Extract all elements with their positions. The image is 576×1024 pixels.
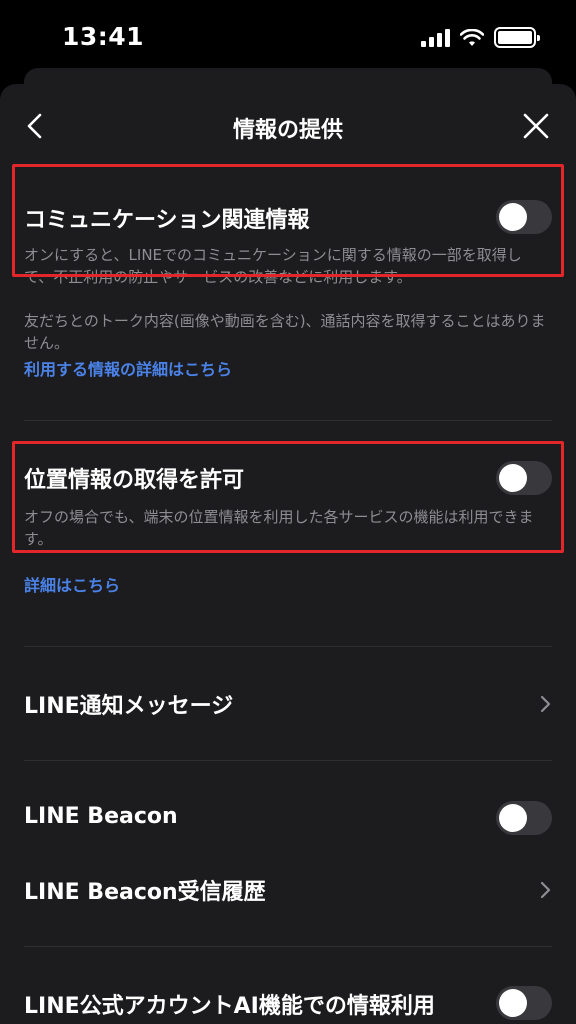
line-beacon-history-item[interactable]: LINE Beacon受信履歴 (24, 874, 266, 906)
location-permission-toggle[interactable] (496, 461, 552, 495)
communication-info-note: 友だちとのトーク内容(画像や動画を含む)、通話内容を取得することはありません。 (24, 312, 546, 352)
official-account-ai-title: LINE公式アカウントAI機能での情報利用 (24, 994, 435, 1019)
divider (24, 760, 552, 761)
divider (24, 646, 552, 647)
communication-info-details-link[interactable]: 利用する情報の詳細はこちら (24, 356, 232, 380)
location-details-link[interactable]: 詳細はこちら (24, 572, 120, 596)
chevron-right-icon[interactable] (538, 880, 552, 900)
status-time: 13:41 (62, 22, 145, 51)
battery-icon (494, 27, 540, 48)
navigation-bar: 情報の提供 (0, 84, 576, 170)
settings-sheet: 情報の提供 コミュニケーション関連情報 オンにすると、LINEでのコミュニケーシ… (0, 84, 576, 1024)
location-permission-description: オフの場合でも、端末の位置情報を利用した各サービスの機能は利用できます。 (24, 508, 534, 548)
communication-info-toggle[interactable] (496, 200, 552, 234)
line-notification-messages-item[interactable]: LINE通知メッセージ (24, 688, 233, 720)
line-beacon-toggle[interactable] (496, 801, 552, 835)
line-beacon-title: LINE Beacon (24, 804, 178, 829)
page-title: 情報の提供 (232, 118, 343, 143)
wifi-icon (460, 28, 484, 46)
divider (24, 420, 552, 421)
official-account-ai-toggle[interactable] (496, 986, 552, 1020)
close-icon[interactable] (522, 112, 550, 140)
divider (24, 946, 552, 947)
chevron-right-icon[interactable] (538, 694, 552, 714)
communication-info-title: コミュニケーション関連情報 (24, 208, 310, 233)
status-icons (421, 27, 540, 48)
communication-info-description: オンにすると、LINEでのコミュニケーションに関する情報の一部を取得して、不正利… (24, 246, 522, 286)
location-permission-title: 位置情報の取得を許可 (24, 468, 245, 493)
cellular-signal-icon (421, 28, 450, 47)
